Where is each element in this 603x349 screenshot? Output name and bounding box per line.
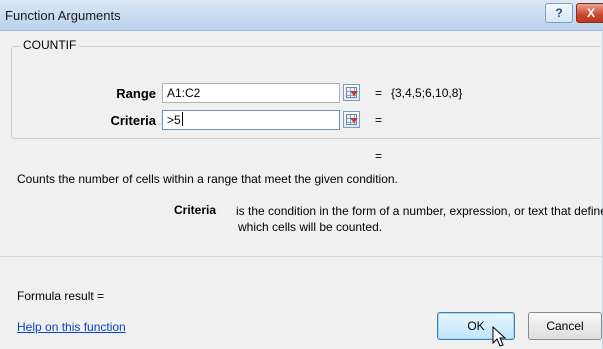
range-label: Range [116,86,156,101]
range-input[interactable]: A1:C2 [162,83,340,103]
function-name: COUNTIF [20,38,80,52]
close-button[interactable]: X [576,3,603,23]
criteria-label: Criteria [110,113,156,128]
argument-help-line-1: is the condition in the form of a number… [236,204,603,218]
range-input-value: A1:C2 [167,86,201,100]
help-icon: ? [555,6,563,20]
function-description: Counts the number of cells within a rang… [17,172,398,186]
close-icon: X [586,6,595,20]
text-caret [181,112,183,126]
argument-help-line-2: which cells will be counted. [238,220,383,234]
title-bar[interactable]: Function Arguments ? X [0,0,603,31]
range-collapse-button[interactable] [343,84,360,101]
argument-help-text: is the condition in the form of a number… [236,203,603,235]
help-on-function-link[interactable]: Help on this function [17,320,126,334]
footer-divider [0,256,603,257]
function-result-equals: = [375,149,383,163]
collapse-arrow-icon [350,91,358,96]
criteria-input[interactable]: >5 [162,110,340,130]
criteria-input-value: >5 [167,113,181,127]
mouse-pointer-icon [492,326,507,347]
collapse-arrow-icon [350,118,358,123]
criteria-collapse-button[interactable] [343,111,360,128]
range-result: {3,4,5;6,10,8} [391,86,463,100]
criteria-equals: = [375,113,383,127]
range-equals: = [375,86,383,100]
window-title: Function Arguments [5,8,121,23]
cancel-button[interactable]: Cancel [528,312,602,340]
formula-result: Formula result = [17,289,105,303]
function-arguments-dialog: Function Arguments ? X COUNTIF Range A1:… [0,0,603,349]
help-button[interactable]: ? [545,3,573,23]
argument-help-name: Criteria [174,203,217,217]
